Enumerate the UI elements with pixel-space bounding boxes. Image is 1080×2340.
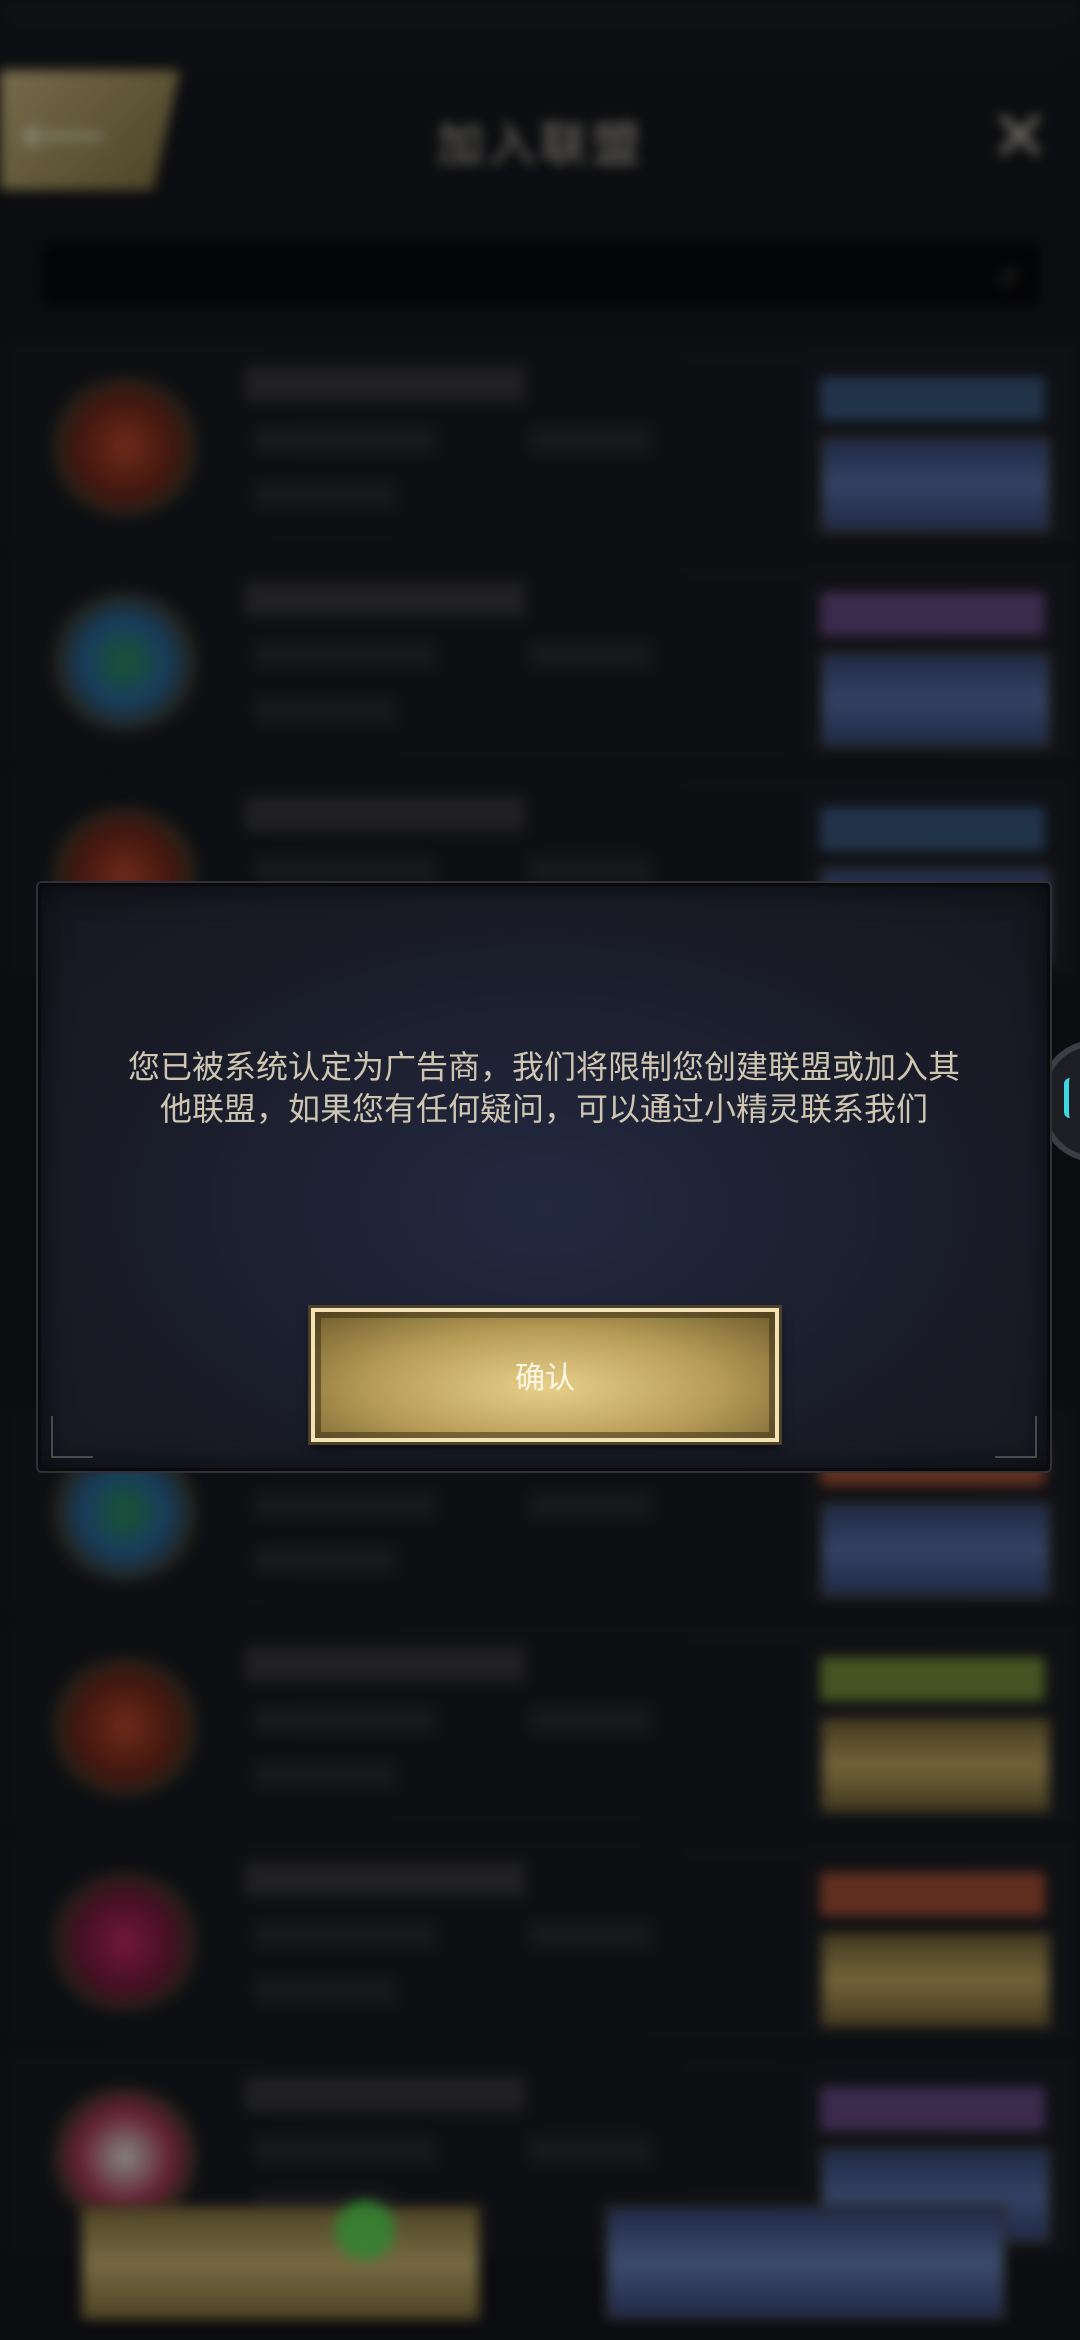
corner-ornament — [51, 1416, 93, 1458]
dialog-message: 您已被系统认定为广告商，我们将限制您创建联盟或加入其他联盟，如果您有任何疑问，可… — [127, 1048, 960, 1128]
advertiser-restriction-dialog: 您已被系统认定为广告商，我们将限制您创建联盟或加入其他联盟，如果您有任何疑问，可… — [38, 883, 1050, 1471]
confirm-button[interactable]: 确认 — [308, 1305, 782, 1445]
corner-ornament — [995, 1416, 1037, 1458]
